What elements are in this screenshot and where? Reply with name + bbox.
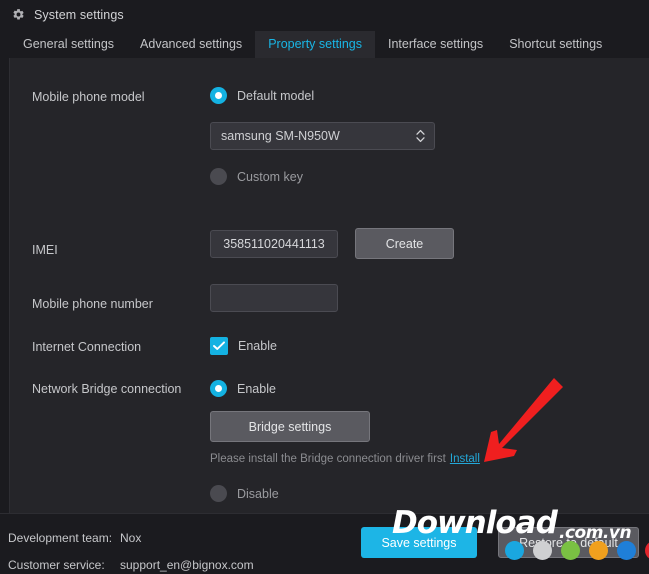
customer-service-row: Customer service: support_en@bignox.com <box>8 558 254 572</box>
checkmark-icon <box>213 341 225 350</box>
window-title: System settings <box>34 7 124 22</box>
system-settings-window: System settings General settings Advance… <box>0 0 649 574</box>
radio-default-model[interactable]: Default model <box>210 87 314 104</box>
internet-connection-enable-label: Enable <box>238 339 277 353</box>
phone-model-select-value: samsung SM-N950W <box>221 129 340 143</box>
property-settings-panel: Mobile phone model Default model samsung… <box>9 58 649 513</box>
bridge-driver-hint: Please install the Bridge connection dri… <box>210 453 480 465</box>
tab-interface-settings[interactable]: Interface settings <box>375 31 496 58</box>
label-mobile-phone-number: Mobile phone number <box>32 297 153 311</box>
development-team-row: Development team: Nox <box>8 531 141 545</box>
radio-network-bridge-disable[interactable]: Disable <box>210 485 279 502</box>
label-mobile-phone-model: Mobile phone model <box>32 90 145 104</box>
radio-network-bridge-enable-label: Enable <box>237 381 276 396</box>
tab-property-settings[interactable]: Property settings <box>255 31 375 58</box>
bridge-settings-button[interactable]: Bridge settings <box>210 411 370 442</box>
window-titlebar: System settings <box>0 0 649 29</box>
restore-to-default-button[interactable]: Restore to default <box>498 527 639 558</box>
settings-tabbar: General settings Advanced settings Prope… <box>0 29 649 58</box>
development-team-value: Nox <box>120 531 142 545</box>
gear-icon <box>13 9 24 20</box>
mobile-phone-number-input[interactable] <box>210 284 338 312</box>
tab-shortcut-settings[interactable]: Shortcut settings <box>496 31 615 58</box>
save-settings-button[interactable]: Save settings <box>361 527 477 558</box>
radio-custom-key-indicator <box>210 168 227 185</box>
phone-model-select[interactable]: samsung SM-N950W <box>210 122 435 150</box>
label-imei: IMEI <box>32 243 58 257</box>
development-team-label: Development team: <box>8 531 113 545</box>
radio-custom-key[interactable]: Custom key <box>210 168 303 185</box>
customer-service-value: support_en@bignox.com <box>120 558 254 572</box>
internet-connection-enable-checkbox[interactable]: Enable <box>210 337 277 355</box>
tab-general-settings[interactable]: General settings <box>10 31 127 58</box>
tab-advanced-settings[interactable]: Advanced settings <box>127 31 255 58</box>
radio-network-bridge-disable-indicator <box>210 485 227 502</box>
bridge-driver-hint-text: Please install the Bridge connection dri… <box>210 453 446 465</box>
radio-default-model-label: Default model <box>237 88 315 103</box>
radio-network-bridge-enable[interactable]: Enable <box>210 380 276 397</box>
customer-service-label: Customer service: <box>8 558 105 572</box>
internet-connection-checkbox-indicator <box>210 337 228 355</box>
install-driver-link[interactable]: Install <box>450 453 480 465</box>
radio-default-model-indicator <box>210 87 227 104</box>
imei-input[interactable]: 358511020441113 <box>210 230 338 258</box>
radio-network-bridge-enable-indicator <box>210 380 227 397</box>
chevron-updown-icon <box>416 129 425 143</box>
create-imei-button[interactable]: Create <box>355 228 454 259</box>
radio-custom-key-label: Custom key <box>237 169 303 184</box>
radio-network-bridge-disable-label: Disable <box>237 486 279 501</box>
label-network-bridge-connection: Network Bridge connection <box>32 382 182 396</box>
label-internet-connection: Internet Connection <box>32 340 142 354</box>
